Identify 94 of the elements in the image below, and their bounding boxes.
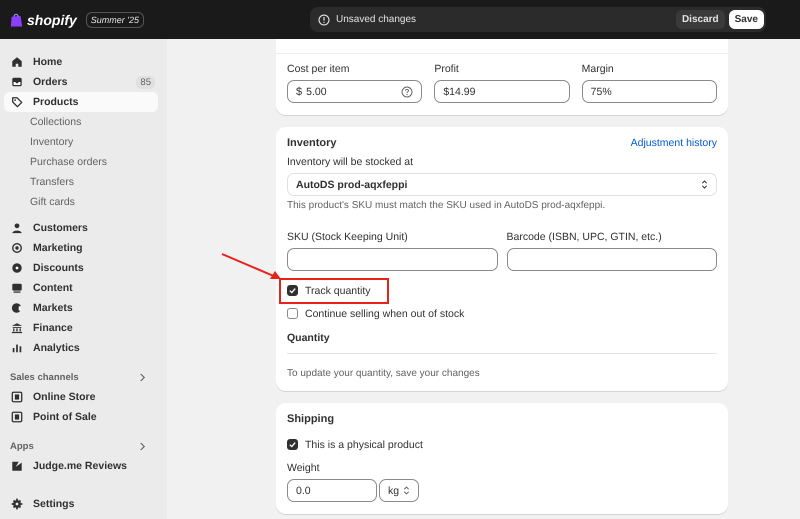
nav-label: Settings (33, 498, 74, 510)
app-icon (11, 391, 23, 403)
field-value: 5.00 (306, 86, 327, 98)
person-icon (11, 222, 23, 234)
settings-icon (11, 498, 23, 510)
field-value: 75% (590, 86, 612, 98)
badge-icon (11, 262, 23, 274)
nav-item[interactable]: Judge.me Reviews (4, 456, 158, 476)
unit-select[interactable]: kg (379, 479, 419, 502)
nav-label: Marketing (33, 242, 83, 254)
nav-item[interactable]: Products (4, 92, 158, 112)
nav-item[interactable]: Content (4, 278, 158, 298)
nav-label: Judge.me Reviews (33, 460, 127, 472)
nav-item[interactable]: Discounts (4, 258, 158, 278)
edition-badge: Summer '25 (86, 12, 144, 28)
field-label: Weight (287, 462, 320, 474)
nav-item[interactable]: Point of Sale (4, 407, 158, 427)
subnav-item[interactable]: Collections (4, 112, 158, 132)
checkbox-label: This is a physical product (305, 438, 423, 450)
count-badge: 85 (136, 76, 155, 88)
app-icon (11, 460, 23, 472)
checkbox-label: Track quantity (305, 284, 371, 296)
adjustment-history-link[interactable]: Adjustment history (630, 137, 717, 149)
location-select[interactable]: AutoDS prod-aqxfeppi (287, 173, 717, 196)
nav-label: Orders (33, 76, 68, 88)
save-button[interactable]: Save (728, 10, 764, 29)
nav-label: Point of Sale (33, 411, 97, 423)
nav-label: Products (33, 96, 79, 108)
card-title: Shipping (287, 413, 336, 425)
globe-icon (11, 302, 23, 314)
annotation-arrow (221, 253, 283, 281)
section-heading: Apps (10, 440, 35, 452)
unsaved-notice: Unsaved changes (336, 14, 416, 25)
nav-item[interactable]: Marketing (4, 238, 158, 258)
checkbox[interactable] (287, 439, 298, 450)
settings-item[interactable]: Settings (4, 494, 158, 514)
nav-item[interactable]: Home (4, 52, 158, 72)
input-field[interactable] (287, 248, 498, 271)
nav-item[interactable]: Markets (4, 298, 158, 318)
nav-label: Customers (33, 222, 88, 234)
nav-item[interactable]: Orders 85 (4, 72, 158, 92)
nav-label: Home (33, 56, 62, 68)
checkbox[interactable] (287, 285, 298, 296)
nav-label: Finance (33, 322, 73, 334)
app-icon (11, 411, 23, 423)
nav-item[interactable]: Analytics (4, 338, 158, 358)
field-label: Inventory will be stocked at (287, 156, 414, 168)
nav-label: Online Store (33, 391, 96, 403)
logo-text: shopify (27, 12, 77, 28)
updown-icon (701, 179, 708, 190)
field-label: Profit (434, 63, 460, 75)
input-field[interactable] (506, 248, 717, 271)
updown-icon (403, 485, 410, 496)
checkbox-label: Continue selling when out of stock (305, 308, 464, 320)
input-field[interactable]: $ 5.00 (287, 80, 422, 103)
field-label: Cost per item (287, 63, 350, 75)
currency-prefix: $ (296, 86, 302, 98)
section-heading: Sales channels (10, 372, 80, 382)
nav-label: Discounts (33, 262, 84, 274)
weight-field[interactable]: 0.0 (287, 479, 377, 502)
tag-icon (11, 96, 23, 108)
quantity-heading: Quantity (287, 332, 331, 344)
bank-icon (11, 322, 23, 334)
home-icon (11, 56, 23, 68)
nav-label: Content (33, 282, 73, 294)
bar-chart-icon (11, 342, 23, 354)
checkbox[interactable] (287, 308, 298, 319)
nav-label: Analytics (33, 342, 80, 354)
shopping-bag-icon (10, 12, 23, 28)
card-title: Inventory (287, 137, 337, 149)
monitor-icon (11, 282, 23, 294)
chevron-right-icon[interactable] (139, 442, 146, 450)
alert-icon (318, 14, 330, 26)
chevron-right-icon[interactable] (139, 372, 146, 382)
input-field[interactable]: 75% (582, 80, 717, 103)
field-label: Barcode (ISBN, UPC, GTIN, etc.) (506, 231, 663, 243)
field-label: Margin (582, 63, 615, 75)
subnav-item[interactable]: Inventory (4, 132, 158, 152)
nav-label: Markets (33, 302, 73, 314)
help-text: This product's SKU must match the SKU used in AutoDS prod-aqxfeppi. (287, 200, 606, 211)
field-label: SKU (Stock Keeping Unit) (287, 231, 409, 243)
subnav-item[interactable]: Transfers (4, 172, 158, 192)
input-field[interactable]: $14.99 (434, 80, 570, 103)
discard-button[interactable]: Discard (676, 10, 725, 29)
field-value: $14.99 (443, 86, 476, 98)
subnav-item[interactable]: Gift cards (4, 192, 158, 212)
nav-item[interactable]: Customers (4, 218, 158, 238)
inbox-icon (11, 76, 23, 88)
nav-item[interactable]: Finance (4, 318, 158, 338)
nav-item[interactable]: Online Store (4, 387, 158, 407)
target-icon (11, 242, 23, 254)
help-icon[interactable] (401, 86, 414, 98)
quantity-note: To update your quantity, save your changes (287, 368, 481, 379)
subnav-item[interactable]: Purchase orders (4, 152, 158, 172)
